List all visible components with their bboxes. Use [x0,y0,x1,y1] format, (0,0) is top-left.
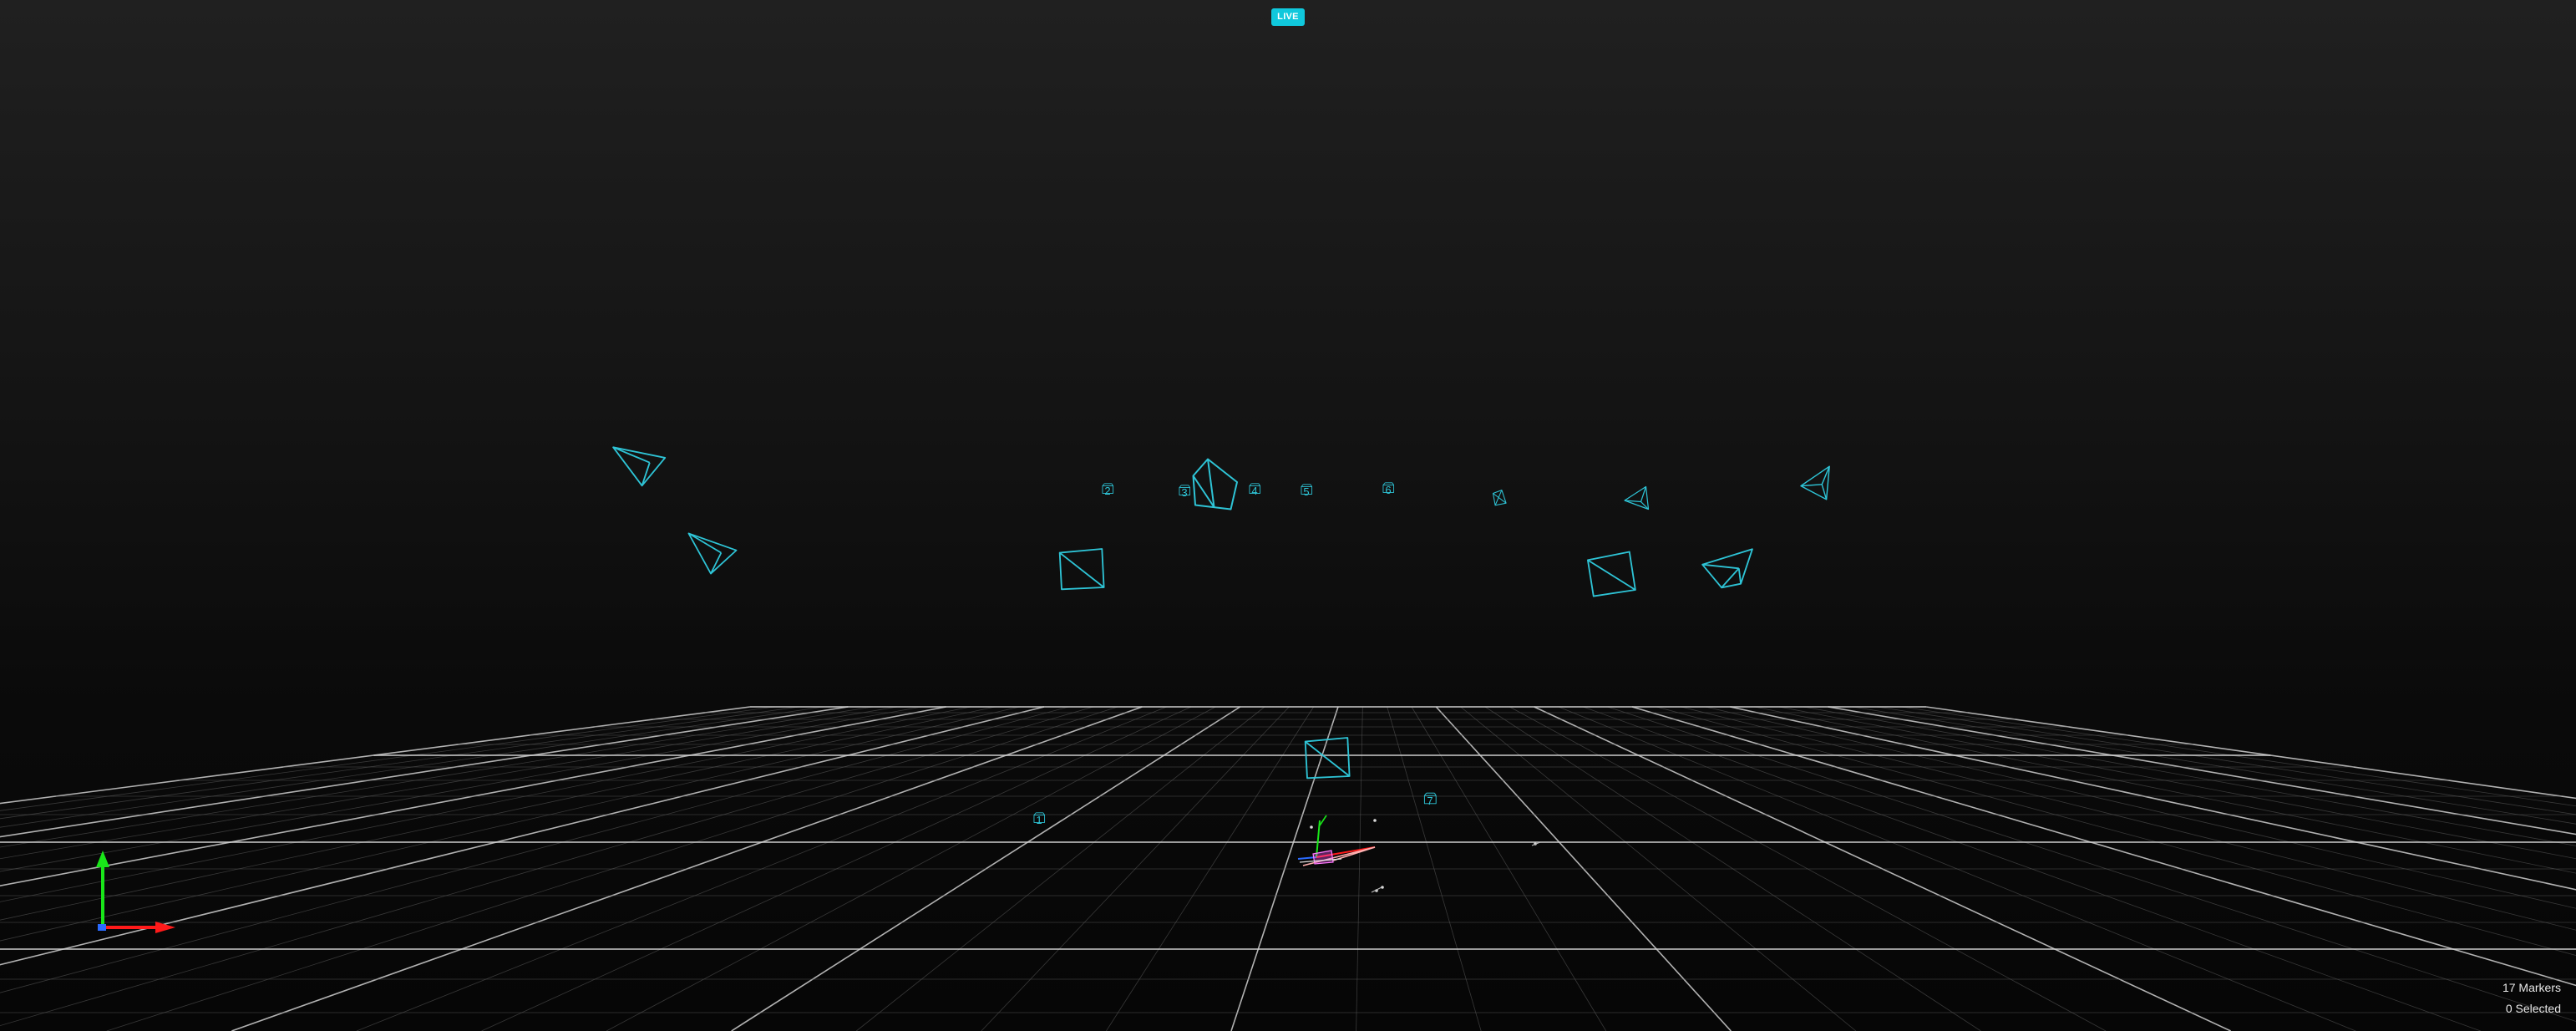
marker-point [1373,819,1377,822]
floor-grid [0,706,2576,1031]
camera-cam-a [612,446,667,487]
frustum-edge [710,552,723,574]
marker-point [1310,825,1313,829]
camera-cam-floor [1304,737,1351,780]
camera-number-label: 7 [1427,795,1433,807]
camera-cam-d [1624,485,1650,510]
selected-count: 0 Selected [2505,1002,2561,1015]
camera-number-label: 3 [1181,486,1187,499]
camera-cam-5: 5 [1301,484,1313,498]
camera-frustum-icon [687,532,738,575]
camera-number-label: 6 [1385,484,1391,496]
camera-number-label: 2 [1104,485,1110,497]
frustum-edge [1737,568,1742,584]
camera-frustum-icon [1192,458,1238,510]
frustum-edge [1059,551,1105,588]
camera-layer: 2 3 4 5 6 1 7 [612,446,1830,826]
gizmo-arrow-y [96,851,109,867]
frustum-edge [1702,563,1739,570]
camera-cam-3: 3 [1179,485,1191,499]
camera-cam-h [1701,548,1753,589]
camera-cam-big-upper [1192,458,1238,510]
orientation-gizmo-icon [96,851,175,933]
3d-viewport[interactable]: 2 3 4 5 6 1 7 LIVE 17 Markers 0 Selected [0,0,2576,1031]
camera-frustum-icon [612,446,667,487]
camera-cam-2: 2 [1102,483,1114,497]
camera-number-label: 4 [1251,485,1257,497]
origin-axis-y [1316,820,1321,858]
camera-number-label: 1 [1036,814,1042,826]
camera-cam-1: 1 [1033,812,1046,826]
origin-axis-y-tip [1319,815,1327,826]
camera-cam-f [1058,548,1105,591]
status-readout: 17 Markers 0 Selected [2502,978,2561,1019]
frustum-edge [1800,484,1823,487]
markers-count: 17 Markers [2502,981,2561,994]
camera-number-label: 5 [1303,485,1309,498]
camera-cam-7: 7 [1423,792,1437,807]
camera-cam-6: 6 [1382,482,1395,496]
camera-cam-g [1586,551,1636,597]
gizmo-axis-z [98,924,106,931]
camera-cam-b [687,532,738,575]
camera-cam-c [1492,490,1507,506]
frustum-edge [1305,740,1351,777]
frustum-edge [1587,559,1636,591]
origin-rigid-body[interactable] [1297,815,1541,893]
scene-canvas[interactable]: 2 3 4 5 6 1 7 [0,0,2576,1031]
camera-cam-e [1800,465,1830,500]
camera-cam-4: 4 [1249,483,1261,497]
live-badge: LIVE [1271,8,1305,26]
camera-frustum-icon [1492,490,1507,506]
